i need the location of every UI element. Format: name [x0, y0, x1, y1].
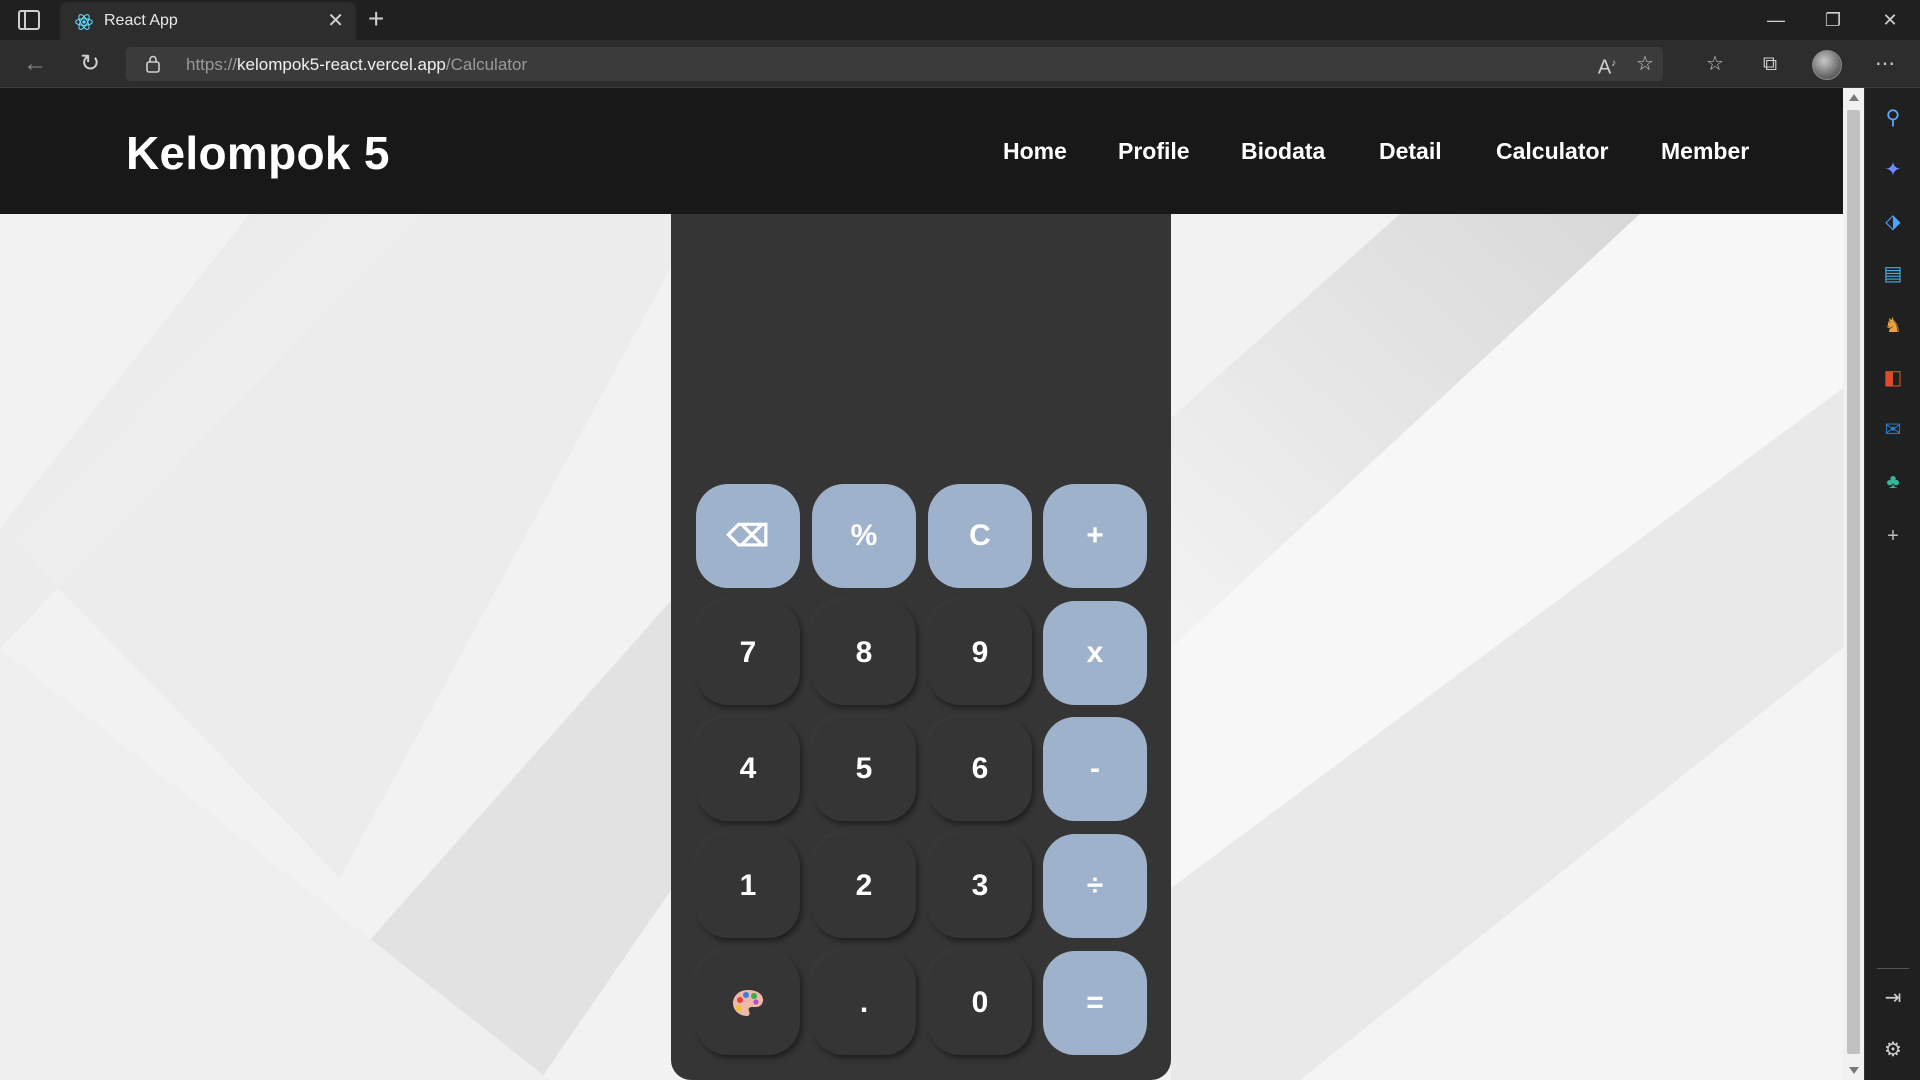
url-host: kelompok5-react.vercel.app: [237, 55, 446, 74]
add-sidebar-app-icon[interactable]: +: [1881, 524, 1905, 548]
digit-5-button[interactable]: 5: [812, 717, 916, 821]
theme-palette-button[interactable]: [696, 951, 800, 1055]
site-brand[interactable]: Kelompok 5: [126, 126, 390, 180]
url-path: /Calculator: [445, 55, 528, 74]
new-tab-icon[interactable]: +: [368, 4, 384, 34]
read-aloud-icon[interactable]: A♪: [1594, 52, 1620, 79]
digit-2-button[interactable]: 2: [812, 834, 916, 938]
nav-biodata[interactable]: Biodata: [1241, 138, 1325, 165]
drop-icon[interactable]: ♣: [1881, 470, 1905, 494]
collections-icon[interactable]: ⧉: [1757, 52, 1783, 76]
refresh-icon[interactable]: ↻: [75, 50, 105, 78]
more-options-icon[interactable]: ⋯: [1872, 52, 1898, 76]
tools-icon[interactable]: ▤: [1881, 262, 1905, 286]
scroll-down-icon[interactable]: [1849, 1067, 1859, 1074]
site-header: Kelompok 5 Home Profile Biodata Detail C…: [0, 88, 1843, 214]
url-field[interactable]: https://kelompok5-react.vercel.app/Calcu…: [126, 47, 1663, 81]
percent-button[interactable]: %: [812, 484, 916, 588]
nav-member[interactable]: Member: [1661, 138, 1749, 165]
scroll-thumb[interactable]: [1847, 110, 1860, 1054]
backspace-button[interactable]: ⌫: [696, 484, 800, 588]
close-tab-icon[interactable]: ✕: [327, 9, 344, 33]
tab-title: React App: [104, 12, 178, 29]
back-icon[interactable]: ←: [20, 50, 50, 78]
restore-icon[interactable]: ❐: [1813, 6, 1853, 34]
digit-8-button[interactable]: 8: [812, 601, 916, 705]
digit-0-button[interactable]: 0: [928, 951, 1032, 1055]
react-logo-icon: [75, 14, 93, 30]
nav-profile[interactable]: Profile: [1118, 138, 1190, 165]
calculator: ⌫ % C + 7 8 9 x 4 5 6 - 1 2 3 ÷ . 0 =: [671, 214, 1171, 1080]
office-icon[interactable]: ◧: [1881, 366, 1905, 390]
clear-button[interactable]: C: [928, 484, 1032, 588]
digit-9-button[interactable]: 9: [928, 601, 1032, 705]
nav-detail[interactable]: Detail: [1379, 138, 1442, 165]
search-icon[interactable]: ⚲: [1881, 106, 1905, 130]
digit-1-button[interactable]: 1: [696, 834, 800, 938]
subtract-button[interactable]: -: [1043, 717, 1147, 821]
palette-icon: [733, 990, 763, 1016]
lock-icon: [146, 55, 160, 73]
shopping-tag-icon[interactable]: ⬗: [1881, 210, 1905, 234]
digit-7-button[interactable]: 7: [696, 601, 800, 705]
url-scheme: https://: [186, 55, 238, 74]
equals-button[interactable]: =: [1043, 951, 1147, 1055]
games-icon[interactable]: ♞: [1881, 314, 1905, 338]
digit-3-button[interactable]: 3: [928, 834, 1032, 938]
scroll-up-icon[interactable]: [1849, 94, 1859, 101]
edge-sidebar: ⚲ ✦ ⬗ ▤ ♞ ◧ ✉ ♣ + ⇥ ⚙: [1864, 88, 1920, 1080]
add-favorite-icon[interactable]: ☆: [1632, 52, 1658, 76]
outlook-icon[interactable]: ✉: [1881, 418, 1905, 442]
minimize-icon[interactable]: —: [1756, 6, 1796, 34]
digit-4-button[interactable]: 4: [696, 717, 800, 821]
decimal-button[interactable]: .: [812, 951, 916, 1055]
browser-tab[interactable]: React App ✕: [60, 2, 356, 40]
page-scrollbar[interactable]: [1843, 88, 1864, 1080]
settings-gear-icon[interactable]: ⚙: [1881, 1038, 1905, 1062]
add-button[interactable]: +: [1043, 484, 1147, 588]
page-viewport: Kelompok 5 Home Profile Biodata Detail C…: [0, 88, 1843, 1080]
favorites-icon[interactable]: ☆: [1702, 52, 1728, 76]
tab-actions-icon[interactable]: [18, 10, 40, 30]
hide-sidebar-icon[interactable]: ⇥: [1881, 986, 1905, 1010]
multiply-button[interactable]: x: [1043, 601, 1147, 705]
close-window-icon[interactable]: ✕: [1870, 6, 1910, 34]
tab-bar: React App ✕ + — ❐ ✕: [0, 0, 1920, 40]
url-text: https://kelompok5-react.vercel.app/Calcu…: [186, 55, 527, 75]
calculator-display: [695, 234, 1147, 484]
address-bar-row: ← ↻ https://kelompok5-react.vercel.app/C…: [0, 40, 1920, 88]
nav-calculator[interactable]: Calculator: [1496, 138, 1608, 165]
divide-button[interactable]: ÷: [1043, 834, 1147, 938]
digit-6-button[interactable]: 6: [928, 717, 1032, 821]
copilot-icon[interactable]: ✦: [1881, 158, 1905, 182]
sidebar-divider: [1877, 968, 1909, 969]
profile-avatar[interactable]: [1812, 50, 1842, 80]
nav-home[interactable]: Home: [1003, 138, 1067, 165]
